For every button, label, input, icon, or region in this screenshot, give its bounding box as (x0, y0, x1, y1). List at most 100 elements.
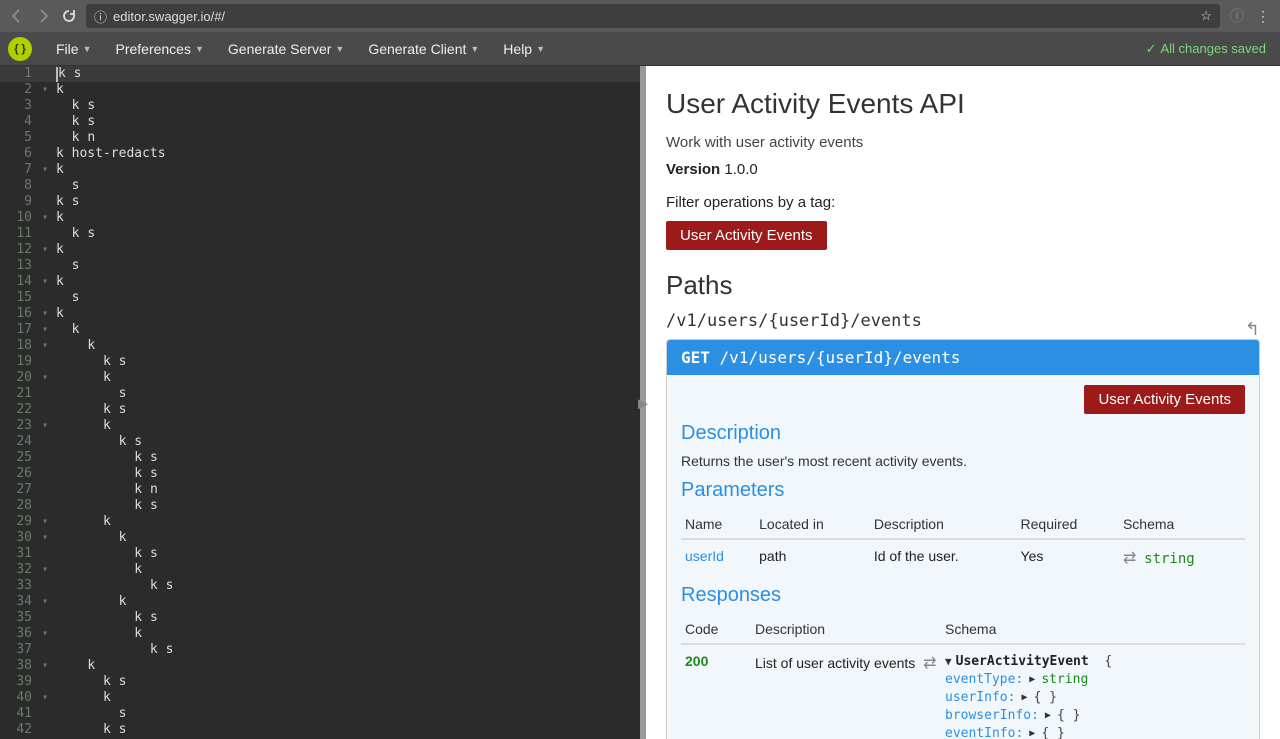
menu-help[interactable]: Help▼ (491, 35, 557, 63)
editor-line[interactable]: 20▾ k (0, 370, 640, 386)
fold-icon[interactable]: ▾ (42, 82, 56, 98)
forward-icon[interactable] (34, 7, 52, 25)
fold-icon[interactable]: ▾ (42, 210, 56, 226)
operation-tag-button[interactable]: User Activity Events (1084, 385, 1245, 414)
editor-line[interactable]: 21 s (0, 386, 640, 402)
fold-icon[interactable]: ▾ (42, 306, 56, 322)
fold-icon[interactable]: ▾ (42, 322, 56, 338)
editor-line[interactable]: 19 k s (0, 354, 640, 370)
expand-icon[interactable]: ▶ (1029, 725, 1035, 739)
editor-line[interactable]: 38▾ k (0, 658, 640, 674)
editor-line[interactable]: 4 k s (0, 114, 640, 130)
fold-icon (42, 178, 56, 194)
editor-line[interactable]: 40▾ k (0, 690, 640, 706)
fold-icon[interactable]: ▾ (42, 594, 56, 610)
editor-line[interactable]: 1k s (0, 66, 640, 82)
swap-icon[interactable]: ⇄ (923, 655, 936, 672)
api-version: Version 1.0.0 (666, 161, 1260, 178)
editor-line[interactable]: 9k s (0, 194, 640, 210)
swap-icon[interactable]: ⇄ (1123, 550, 1136, 567)
editor-line[interactable]: 12▾k (0, 242, 640, 258)
editor-line[interactable]: 37 k s (0, 642, 640, 658)
editor-line[interactable]: 8 s (0, 178, 640, 194)
reload-icon[interactable] (60, 7, 78, 25)
editor-line[interactable]: 16▾k (0, 306, 640, 322)
editor-line[interactable]: 39 k s (0, 674, 640, 690)
info-icon[interactable]: ⓘ (94, 7, 107, 26)
editor-line[interactable]: 15 s (0, 290, 640, 306)
editor-line[interactable]: 34▾ k (0, 594, 640, 610)
fold-icon[interactable]: ▾ (42, 626, 56, 642)
fold-icon[interactable]: ▾ (42, 690, 56, 706)
editor-line[interactable]: 27 k n (0, 482, 640, 498)
expand-icon[interactable]: ▶ (1029, 671, 1035, 689)
save-status-text: All changes saved (1160, 41, 1266, 56)
editor-line[interactable]: 7▾k (0, 162, 640, 178)
editor-line[interactable]: 26 k s (0, 466, 640, 482)
editor-line[interactable]: 31 k s (0, 546, 640, 562)
fold-icon[interactable]: ▾ (42, 562, 56, 578)
fold-icon (42, 722, 56, 738)
operation-header[interactable]: GET /v1/users/{userId}/events (667, 340, 1259, 375)
save-status: ✓ All changes saved (1146, 41, 1272, 57)
editor-line[interactable]: 28 k s (0, 498, 640, 514)
expand-icon[interactable]: ▶ (1045, 707, 1051, 725)
editor-line[interactable]: 18▾ k (0, 338, 640, 354)
fold-icon (42, 610, 56, 626)
pane-resize-handle[interactable]: ▸ (640, 66, 646, 739)
editor-line[interactable]: 33 k s (0, 578, 640, 594)
back-icon[interactable] (8, 7, 26, 25)
fold-icon (42, 354, 56, 370)
editor-line[interactable]: 11 k s (0, 226, 640, 242)
fold-icon[interactable]: ▾ (42, 242, 56, 258)
address-bar[interactable]: ⓘ editor.swagger.io/#/ ☆ (86, 4, 1220, 28)
collapse-path-icon[interactable]: ↰ (1245, 319, 1260, 340)
editor-line[interactable]: 13 s (0, 258, 640, 274)
menu-generate-client[interactable]: Generate Client▼ (356, 35, 491, 63)
yaml-editor[interactable]: 1k s2▾k3 k s4 k s5 k n6k host-redacts7▾k… (0, 66, 640, 739)
param-name[interactable]: userId (681, 539, 755, 576)
editor-line[interactable]: 35 k s (0, 610, 640, 626)
editor-line[interactable]: 2▾k (0, 82, 640, 98)
tag-filter-button[interactable]: User Activity Events (666, 221, 827, 250)
editor-line[interactable]: 3 k s (0, 98, 640, 114)
swagger-logo-icon[interactable] (8, 37, 32, 61)
editor-line[interactable]: 42 k s (0, 722, 640, 738)
fold-icon (42, 194, 56, 210)
editor-line[interactable]: 25 k s (0, 450, 640, 466)
expand-icon[interactable]: ▼ (945, 653, 952, 671)
editor-line[interactable]: 32▾ k (0, 562, 640, 578)
menu-icon[interactable]: ⋮ (1254, 7, 1272, 25)
table-row: 200 List of user activity events ⇄ ▼User… (681, 644, 1245, 739)
editor-line[interactable]: 36▾ k (0, 626, 640, 642)
editor-line[interactable]: 14▾k (0, 274, 640, 290)
editor-line[interactable]: 23▾ k (0, 418, 640, 434)
editor-line[interactable]: 5 k n (0, 130, 640, 146)
filter-label: Filter operations by a tag: (666, 194, 1260, 211)
fold-icon[interactable]: ▾ (42, 658, 56, 674)
editor-line[interactable]: 22 k s (0, 402, 640, 418)
path-label: /v1/users/{userId}/events (666, 311, 1260, 331)
editor-line[interactable]: 6k host-redacts (0, 146, 640, 162)
menu-preferences[interactable]: Preferences▼ (103, 35, 215, 63)
editor-line[interactable]: 10▾k (0, 210, 640, 226)
editor-line[interactable]: 29▾ k (0, 514, 640, 530)
fold-icon[interactable]: ▾ (42, 530, 56, 546)
page-info-icon[interactable]: ⓘ (1228, 7, 1246, 25)
menu-file[interactable]: File▼ (44, 35, 103, 63)
menu-generate-server[interactable]: Generate Server▼ (216, 35, 356, 63)
editor-line[interactable]: 24 k s (0, 434, 640, 450)
editor-line[interactable]: 41 s (0, 706, 640, 722)
fold-icon[interactable]: ▾ (42, 514, 56, 530)
fold-icon[interactable]: ▾ (42, 274, 56, 290)
star-icon[interactable]: ☆ (1200, 8, 1212, 24)
fold-icon (42, 66, 56, 82)
expand-icon[interactable]: ▶ (1021, 689, 1027, 707)
collapse-right-icon[interactable]: ▸ (638, 390, 648, 415)
fold-icon[interactable]: ▾ (42, 338, 56, 354)
fold-icon[interactable]: ▾ (42, 370, 56, 386)
editor-line[interactable]: 17▾ k (0, 322, 640, 338)
fold-icon[interactable]: ▾ (42, 162, 56, 178)
fold-icon[interactable]: ▾ (42, 418, 56, 434)
editor-line[interactable]: 30▾ k (0, 530, 640, 546)
